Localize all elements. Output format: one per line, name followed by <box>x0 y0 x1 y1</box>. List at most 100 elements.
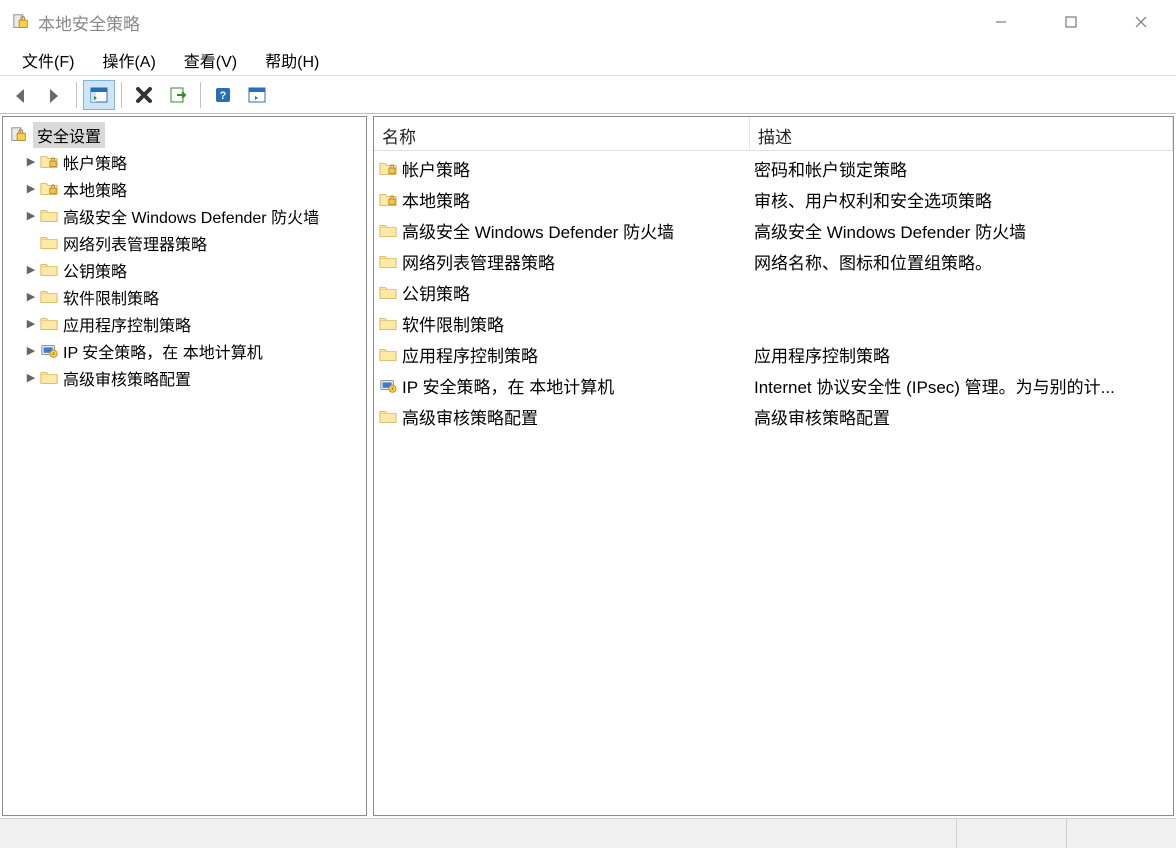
row-name: 应用程序控制策略 <box>402 342 538 367</box>
chevron-right-icon: ▶ <box>23 155 39 168</box>
minimize-icon <box>994 15 1008 29</box>
list-header: 名称 描述 <box>374 117 1173 151</box>
tree-root-label: 安全设置 <box>33 122 105 148</box>
tree-item[interactable]: ▶ 高级安全 Windows Defender 防火墙 <box>5 202 364 229</box>
chevron-right-icon: ▶ <box>23 263 39 276</box>
main-area: 安全设置 ▶帐户策略▶本地策略▶高级安全 Windows Defender 防火… <box>0 114 1176 818</box>
delete-icon <box>134 85 154 105</box>
titlebar: 本地安全策略 <box>0 0 1176 44</box>
menu-help[interactable]: 帮助(H) <box>251 44 333 76</box>
column-desc[interactable]: 描述 <box>750 117 1173 150</box>
row-name: 帐户策略 <box>402 156 470 181</box>
folder-icon <box>39 315 59 333</box>
folder-locked-icon <box>39 180 59 198</box>
row-desc: Internet 协议安全性 (IPsec) 管理。为与别的计... <box>750 373 1173 398</box>
folder-icon <box>39 288 59 306</box>
list-row[interactable]: 网络列表管理器策略 网络名称、图标和位置组策略。 <box>374 246 1173 277</box>
toolbar-delete[interactable] <box>128 80 160 110</box>
tree-root-node[interactable]: 安全设置 <box>5 121 364 148</box>
folder-icon <box>39 369 59 387</box>
list-row[interactable]: 软件限制策略 <box>374 308 1173 339</box>
tree-item[interactable]: ▶ IP 安全策略，在 本地计算机 <box>5 337 364 364</box>
close-icon <box>1134 15 1148 29</box>
folder-icon <box>378 315 398 333</box>
list-row[interactable]: 帐户策略 密码和帐户锁定策略 <box>374 153 1173 184</box>
list-row[interactable]: 高级安全 Windows Defender 防火墙 高级安全 Windows De… <box>374 215 1173 246</box>
chevron-right-icon: ▶ <box>23 344 39 357</box>
list-row[interactable]: 本地策略审核、用户权利和安全选项策略 <box>374 184 1173 215</box>
toolbar-show-tree[interactable] <box>83 80 115 110</box>
row-desc: 密码和帐户锁定策略 <box>750 156 1173 181</box>
tree-item[interactable]: ▶本地策略 <box>5 175 364 202</box>
row-name: IP 安全策略，在 本地计算机 <box>402 373 614 398</box>
menu-action[interactable]: 操作(A) <box>88 44 169 76</box>
tree-item[interactable]: ▶高级审核策略配置 <box>5 364 364 391</box>
tree-item[interactable]: ▶ 公钥策略 <box>5 256 364 283</box>
maximize-button[interactable] <box>1036 0 1106 44</box>
arrow-right-icon <box>44 85 64 105</box>
folder-locked-icon <box>39 153 59 171</box>
tree-item-label: 高级安全 Windows Defender 防火墙 <box>63 204 319 228</box>
folder-icon <box>378 222 398 240</box>
chevron-right-icon: ▶ <box>23 290 39 303</box>
menu-view[interactable]: 查看(V) <box>170 44 251 76</box>
folder-icon <box>378 346 398 364</box>
row-name: 公钥策略 <box>402 280 470 305</box>
list-row[interactable]: 高级审核策略配置 高级审核策略配置 <box>374 401 1173 432</box>
folder-locked-icon <box>378 160 398 178</box>
toolbar-forward[interactable] <box>38 80 70 110</box>
tree-item-label: IP 安全策略，在 本地计算机 <box>63 339 263 363</box>
row-desc: 高级安全 Windows Defender 防火墙 <box>750 218 1173 243</box>
folder-icon <box>378 408 398 426</box>
list-row[interactable]: 应用程序控制策略 应用程序控制策略 <box>374 339 1173 370</box>
close-button[interactable] <box>1106 0 1176 44</box>
row-desc: 应用程序控制策略 <box>750 342 1173 367</box>
minimize-button[interactable] <box>966 0 1036 44</box>
list-row[interactable]: IP 安全策略，在 本地计算机 Internet 协议安全性 (IPsec) 管理… <box>374 370 1173 401</box>
folder-icon <box>39 261 59 279</box>
column-name[interactable]: 名称 <box>374 117 750 150</box>
ipsec-icon <box>378 377 398 395</box>
toolbar-help[interactable] <box>207 80 239 110</box>
window-title: 本地安全策略 <box>38 10 140 35</box>
chevron-right-icon: ▶ <box>23 182 39 195</box>
toolbar-separator <box>121 82 122 108</box>
tree-item[interactable]: ▶应用程序控制策略 <box>5 310 364 337</box>
toolbar <box>0 76 1176 114</box>
maximize-icon <box>1064 15 1078 29</box>
statusbar <box>0 818 1176 848</box>
row-name: 软件限制策略 <box>402 311 504 336</box>
list-pane[interactable]: 名称 描述 帐户策略密码和帐户锁定策略本地策略审核、用户权利和安全选项策略高级安… <box>373 116 1174 816</box>
folder-icon <box>39 207 59 225</box>
tree-item[interactable]: ▶软件限制策略 <box>5 283 364 310</box>
toolbar-show-list[interactable] <box>241 80 273 110</box>
toolbar-back[interactable] <box>4 80 36 110</box>
status-cell-2 <box>956 819 1066 848</box>
tree-item-label: 高级审核策略配置 <box>63 366 191 390</box>
status-cell-3 <box>1066 819 1176 848</box>
chevron-right-icon: ▶ <box>23 317 39 330</box>
menu-file[interactable]: 文件(F) <box>8 44 88 76</box>
arrow-left-icon <box>10 85 30 105</box>
row-name: 网络列表管理器策略 <box>402 249 555 274</box>
toolbar-export[interactable] <box>162 80 194 110</box>
tree-pane[interactable]: 安全设置 ▶帐户策略▶本地策略▶高级安全 Windows Defender 防火… <box>2 116 367 816</box>
tree-item-label: 公钥策略 <box>63 258 127 282</box>
tree-item[interactable]: ▶帐户策略 <box>5 148 364 175</box>
folder-locked-icon <box>378 191 398 209</box>
row-name: 高级安全 Windows Defender 防火墙 <box>402 218 674 243</box>
tree-item-label: 网络列表管理器策略 <box>63 231 207 255</box>
chevron-right-icon: ▶ <box>23 209 39 222</box>
row-desc: 网络名称、图标和位置组策略。 <box>750 249 1173 274</box>
export-icon <box>168 85 188 105</box>
show-tree-icon <box>89 85 109 105</box>
row-name: 高级审核策略配置 <box>402 404 538 429</box>
list-row[interactable]: 公钥策略 <box>374 277 1173 308</box>
status-main <box>0 819 956 848</box>
folder-icon <box>378 284 398 302</box>
menubar: 文件(F) 操作(A) 查看(V) 帮助(H) <box>0 44 1176 76</box>
row-desc: 高级审核策略配置 <box>750 404 1173 429</box>
help-icon <box>213 85 233 105</box>
row-desc: 审核、用户权利和安全选项策略 <box>750 187 1173 212</box>
tree-item[interactable]: 网络列表管理器策略 <box>5 229 364 256</box>
